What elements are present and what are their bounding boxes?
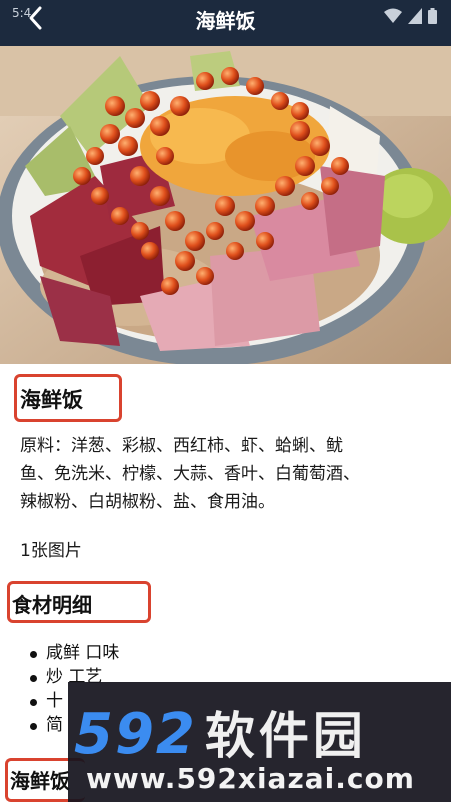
watermark-text: 软件园 xyxy=(204,707,367,765)
watermark-number: 592 xyxy=(74,702,197,767)
list-item: 咸鲜 口味 xyxy=(30,641,119,665)
ingredients-line: 原料：洋葱、彩椒、西红柿、虾、蛤蜊、鱿 xyxy=(20,436,343,456)
ingredients-line: 鱼、免洗米、柠檬、大蒜、香叶、白葡萄酒、 xyxy=(20,464,360,484)
recipe-title: 海鲜饭 xyxy=(20,388,83,412)
status-icons xyxy=(384,7,437,25)
seafood-bowl-image xyxy=(0,46,451,364)
ingredients-summary: 原料：洋葱、彩椒、西红柿、虾、蛤蜊、鱿 鱼、免洗米、柠檬、大蒜、香叶、白葡萄酒、… xyxy=(20,432,440,516)
wifi-icon xyxy=(384,8,402,23)
photo-count[interactable]: 1张图片 xyxy=(20,536,82,561)
recipe-image xyxy=(0,46,451,364)
battery-icon xyxy=(428,8,437,24)
details-section-title: 食材明细 xyxy=(12,593,92,617)
site-watermark: 592 软件园 www.592xiazai.com xyxy=(68,682,451,802)
signal-icon xyxy=(408,8,422,24)
watermark-url: www.592xiazai.com xyxy=(86,762,415,795)
watermark-logo: 592 软件园 xyxy=(74,696,367,768)
next-section-title: 海鲜饭 xyxy=(10,769,70,793)
ingredients-line: 辣椒粉、白胡椒粉、盐、食用油。 xyxy=(20,492,275,512)
app-header: 5:4 海鲜饭 xyxy=(0,0,451,46)
